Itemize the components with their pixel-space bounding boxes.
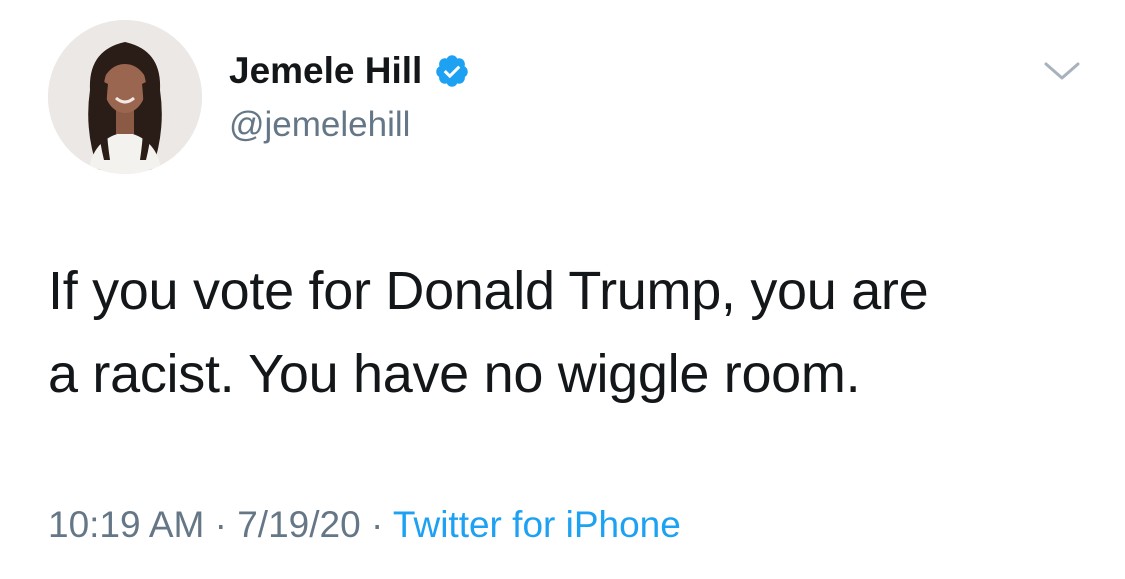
tweet-card: Jemele Hill @jemelehill If you vote for … <box>0 0 1125 579</box>
tweet-text: If you vote for Donald Trump, you are a … <box>48 250 1088 416</box>
display-name[interactable]: Jemele Hill <box>229 48 470 94</box>
tweet-source-link[interactable]: Twitter for iPhone <box>393 504 681 545</box>
display-name-text: Jemele Hill <box>229 50 423 91</box>
user-handle[interactable]: @jemelehill <box>229 104 410 146</box>
avatar[interactable] <box>48 20 202 174</box>
tweet-text-line: a racist. You have no wiggle room. <box>48 344 861 404</box>
tweet-time[interactable]: 10:19 AM <box>48 504 204 545</box>
chevron-down-icon[interactable] <box>1038 52 1086 92</box>
meta-separator: · <box>214 504 227 545</box>
avatar-image <box>48 20 202 174</box>
tweet-meta: 10:19 AM · 7/19/20 · Twitter for iPhone <box>48 502 681 548</box>
tweet-date[interactable]: 7/19/20 <box>237 504 360 545</box>
meta-separator: · <box>370 504 384 545</box>
verified-badge-icon <box>434 53 470 89</box>
tweet-text-line: If you vote for Donald Trump, you are <box>48 261 929 321</box>
